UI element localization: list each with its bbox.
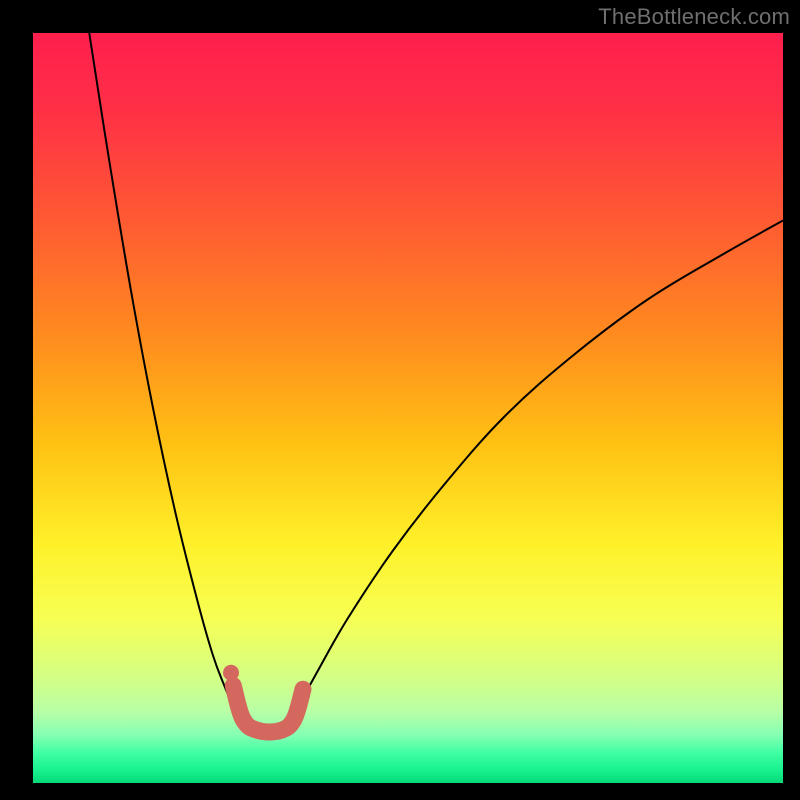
series-right-branch bbox=[296, 221, 784, 712]
watermark-text: TheBottleneck.com bbox=[598, 4, 790, 30]
outer-frame: TheBottleneck.com bbox=[0, 0, 800, 800]
curve-layer bbox=[33, 33, 783, 783]
plot-area bbox=[33, 33, 783, 783]
series-left-branch bbox=[89, 33, 235, 712]
series-valley-highlight bbox=[233, 686, 303, 733]
marker-upper-dot bbox=[223, 665, 239, 681]
